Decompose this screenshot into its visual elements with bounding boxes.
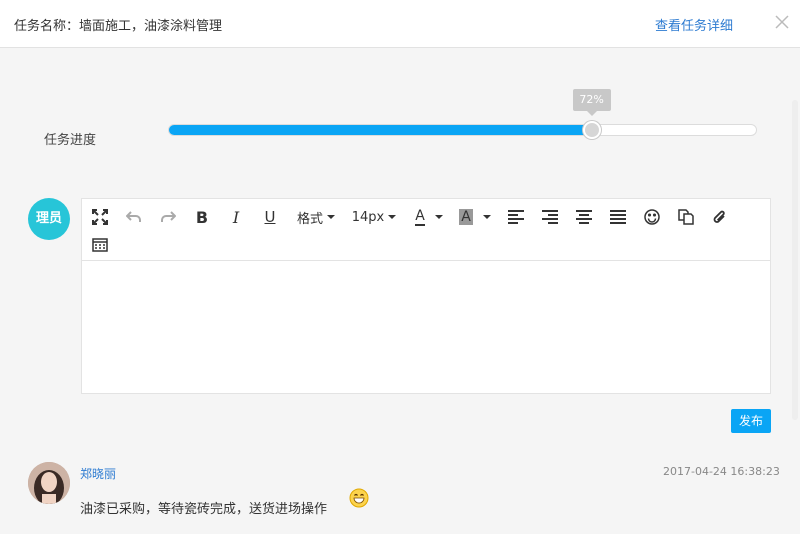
background-color-button[interactable]: A <box>456 205 494 229</box>
bold-icon[interactable]: B <box>192 205 212 229</box>
redo-icon[interactable] <box>158 205 178 229</box>
editor-toolbar: B I U 格式 14px A A <box>82 199 770 261</box>
background-color-icon: A <box>459 209 473 225</box>
progress-label: 任务进度 <box>44 133 97 148</box>
italic-icon[interactable]: I <box>226 205 246 229</box>
font-size-dropdown[interactable]: 14px <box>351 205 397 229</box>
progress-slider-handle[interactable] <box>582 121 601 139</box>
chevron-down-icon <box>482 215 491 219</box>
avatar <box>28 462 70 504</box>
publish-button[interactable]: 发布 <box>731 409 771 433</box>
progress-slider[interactable]: 72% <box>168 89 757 139</box>
fullscreen-icon[interactable] <box>90 205 110 229</box>
comment-author[interactable]: 郑晓丽 <box>80 465 116 482</box>
undo-icon[interactable] <box>124 205 144 229</box>
table-icon[interactable] <box>90 233 110 257</box>
align-center-icon[interactable] <box>574 205 594 229</box>
chevron-down-icon <box>388 215 397 219</box>
align-justify-icon[interactable] <box>608 205 628 229</box>
attachment-icon[interactable] <box>710 205 730 229</box>
font-color-button[interactable]: A <box>410 205 448 229</box>
progress-fill <box>169 125 592 135</box>
comment-timestamp: 2017-04-24 16:38:23 <box>663 465 780 478</box>
avatar: 理员 <box>28 198 70 240</box>
comment-text: 油漆已采购，等待瓷砖完成，送货进场操作 <box>80 502 328 517</box>
task-title: 任务名称：墙面施工，油漆涂料管理 <box>14 19 223 34</box>
align-right-icon[interactable] <box>540 205 560 229</box>
grinning-emoji-icon <box>349 488 369 508</box>
font-color-icon: A <box>415 207 425 226</box>
editor-content-area[interactable] <box>82 262 770 393</box>
font-size-label: 14px <box>351 209 385 225</box>
view-task-detail-link[interactable]: 查看任务详细 <box>655 15 733 34</box>
rich-text-editor: B I U 格式 14px A A <box>81 198 771 394</box>
align-left-icon[interactable] <box>506 205 526 229</box>
scrollbar[interactable] <box>792 100 798 420</box>
copy-icon[interactable] <box>676 205 696 229</box>
chevron-down-icon <box>327 215 335 219</box>
dialog-header: 任务名称：墙面施工，油漆涂料管理 查看任务详细 <box>0 0 800 48</box>
format-label: 格式 <box>296 211 323 227</box>
progress-tooltip: 72% <box>572 89 611 116</box>
emoji-icon[interactable] <box>642 205 662 229</box>
chevron-down-icon <box>434 215 443 219</box>
format-dropdown[interactable]: 格式 <box>294 205 338 229</box>
underline-icon[interactable]: U <box>260 205 280 229</box>
close-icon[interactable] <box>772 12 792 32</box>
